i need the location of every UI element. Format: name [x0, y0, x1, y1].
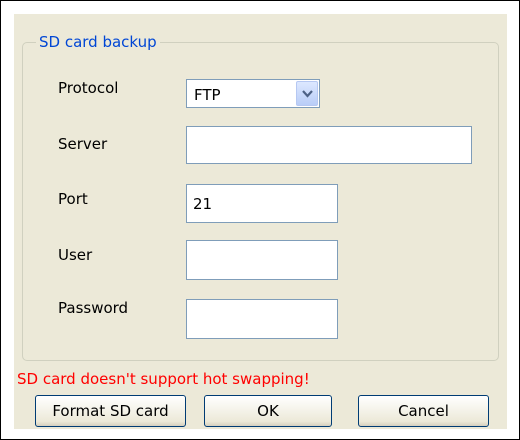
window-frame: SD card backup Protocol FTP Server Port …: [0, 0, 520, 440]
dialog-panel: SD card backup Protocol FTP Server Port …: [14, 14, 507, 429]
server-label: Server: [58, 135, 108, 153]
format-sd-card-button[interactable]: Format SD card: [35, 395, 186, 427]
cancel-button[interactable]: Cancel: [358, 395, 489, 427]
ok-button[interactable]: OK: [204, 395, 332, 427]
chevron-down-icon[interactable]: [296, 81, 318, 106]
user-input[interactable]: [186, 240, 338, 280]
password-input[interactable]: [186, 299, 338, 339]
protocol-select-value: FTP: [194, 86, 221, 104]
hot-swap-warning: SD card doesn't support hot swapping!: [17, 370, 310, 388]
server-input[interactable]: [186, 126, 472, 164]
protocol-label: Protocol: [58, 79, 119, 97]
password-label: Password: [58, 299, 129, 317]
protocol-select[interactable]: FTP: [186, 79, 320, 108]
port-input[interactable]: [186, 184, 338, 223]
port-label: Port: [58, 190, 88, 208]
group-title: SD card backup: [36, 32, 160, 52]
user-label: User: [58, 246, 93, 264]
